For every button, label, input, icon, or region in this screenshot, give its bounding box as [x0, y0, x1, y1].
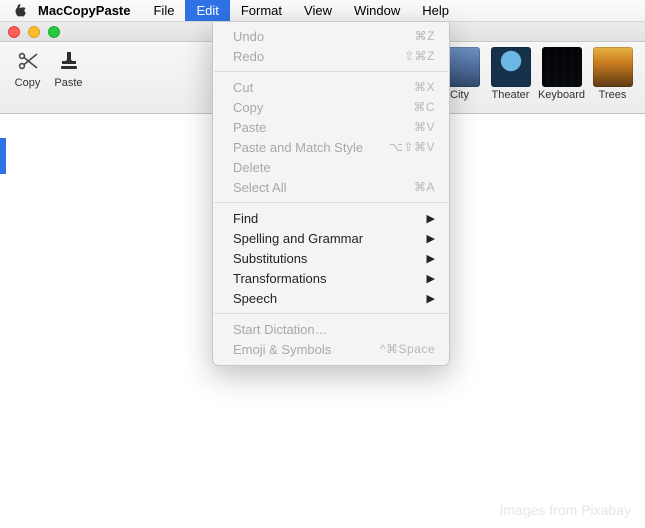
thumb-keyboard-label: Keyboard — [538, 89, 585, 101]
menu-delete[interactable]: Delete — [213, 157, 449, 177]
menu-find[interactable]: Find ▶ — [213, 208, 449, 228]
keyboard-image-icon — [542, 47, 582, 87]
menu-separator — [214, 313, 448, 314]
menubar: MacCopyPaste File Edit Format View Windo… — [0, 0, 645, 22]
submenu-arrow-icon: ▶ — [427, 292, 435, 305]
menu-spelling-grammar[interactable]: Spelling and Grammar ▶ — [213, 228, 449, 248]
menu-window[interactable]: Window — [343, 0, 411, 21]
traffic-lights — [8, 26, 60, 38]
copy-button-label: Copy — [15, 77, 41, 89]
menu-speech[interactable]: Speech ▶ — [213, 288, 449, 308]
menu-start-dictation[interactable]: Start Dictation… — [213, 319, 449, 339]
minimize-window-button[interactable] — [28, 26, 40, 38]
submenu-arrow-icon: ▶ — [427, 212, 435, 225]
menu-format[interactable]: Format — [230, 0, 293, 21]
menu-emoji-symbols[interactable]: Emoji & Symbols ^⌘Space — [213, 339, 449, 359]
paste-button-label: Paste — [54, 77, 82, 89]
menu-help[interactable]: Help — [411, 0, 460, 21]
selection-indicator — [0, 138, 6, 174]
copy-button[interactable]: Copy — [10, 47, 45, 89]
thumb-keyboard[interactable]: Keyboard — [539, 47, 584, 101]
submenu-arrow-icon: ▶ — [427, 232, 435, 245]
menu-paste-match-style[interactable]: Paste and Match Style ⌥⇧⌘V — [213, 137, 449, 157]
paste-button[interactable]: Paste — [51, 47, 86, 89]
thumb-trees[interactable]: Trees — [590, 47, 635, 101]
menu-transformations[interactable]: Transformations ▶ — [213, 268, 449, 288]
scissors-icon — [14, 47, 42, 75]
thumb-trees-label: Trees — [599, 89, 627, 101]
trees-image-icon — [593, 47, 633, 87]
submenu-arrow-icon: ▶ — [427, 272, 435, 285]
menu-substitutions[interactable]: Substitutions ▶ — [213, 248, 449, 268]
theater-image-icon — [491, 47, 531, 87]
edit-dropdown: Undo ⌘Z Redo ⇧⌘Z Cut ⌘X Copy ⌘C Paste ⌘V… — [212, 22, 450, 366]
apple-logo-icon[interactable] — [12, 4, 26, 18]
menu-separator — [214, 71, 448, 72]
thumb-theater-label: Theater — [492, 89, 530, 101]
menu-undo[interactable]: Undo ⌘Z — [213, 26, 449, 46]
watermark-text: Images from Pixabay — [500, 502, 632, 518]
menu-paste[interactable]: Paste ⌘V — [213, 117, 449, 137]
menu-copy[interactable]: Copy ⌘C — [213, 97, 449, 117]
menu-view[interactable]: View — [293, 0, 343, 21]
maximize-window-button[interactable] — [48, 26, 60, 38]
close-window-button[interactable] — [8, 26, 20, 38]
thumb-theater[interactable]: Theater — [488, 47, 533, 101]
submenu-arrow-icon: ▶ — [427, 252, 435, 265]
menu-edit[interactable]: Edit — [185, 0, 229, 21]
thumb-city-label: City — [450, 89, 469, 101]
menu-select-all[interactable]: Select All ⌘A — [213, 177, 449, 197]
menu-file[interactable]: File — [142, 0, 185, 21]
menu-cut[interactable]: Cut ⌘X — [213, 77, 449, 97]
menu-redo[interactable]: Redo ⇧⌘Z — [213, 46, 449, 66]
app-name[interactable]: MacCopyPaste — [38, 3, 130, 18]
menu-separator — [214, 202, 448, 203]
stamp-icon — [55, 47, 83, 75]
